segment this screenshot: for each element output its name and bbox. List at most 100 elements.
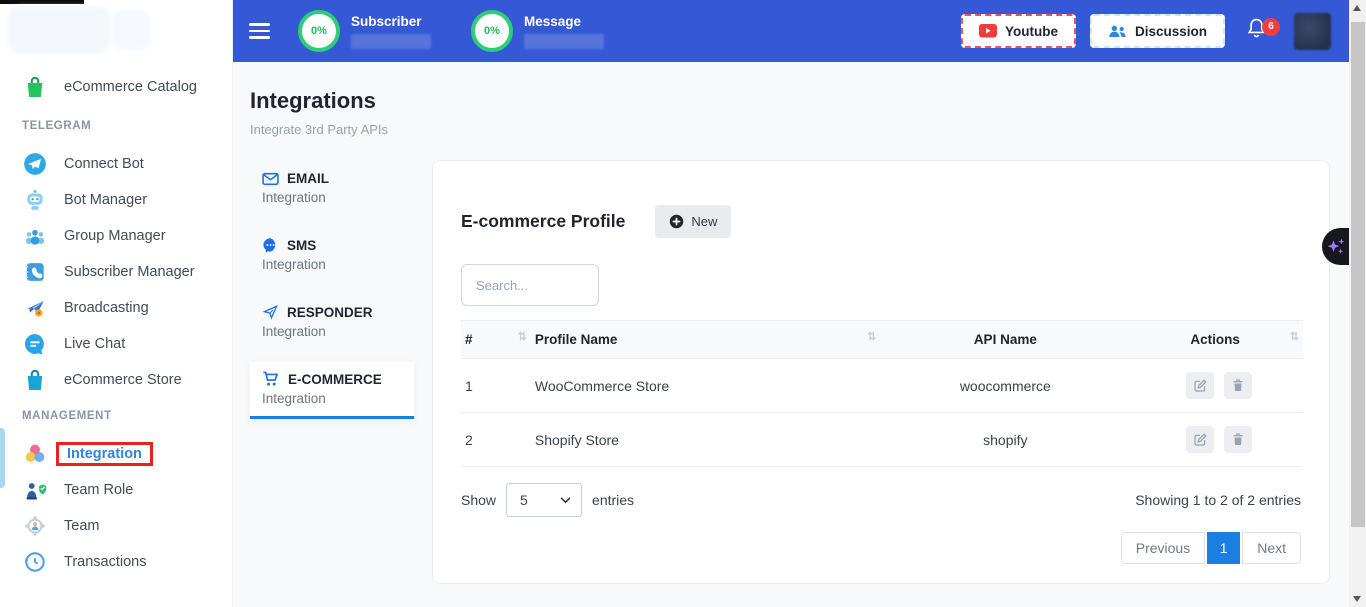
sidebar-item-integration[interactable]: Integration bbox=[0, 436, 232, 472]
sidebar-item-transactions[interactable]: Transactions bbox=[0, 544, 232, 580]
page-title: Integrations bbox=[250, 88, 376, 114]
column-header-actions[interactable]: Actions ⇅ bbox=[1130, 321, 1303, 359]
sidebar-item-ecommerce-store[interactable]: eCommerce Store bbox=[0, 362, 232, 398]
pagination: Previous 1 Next bbox=[461, 532, 1301, 564]
tab-subtitle: Integration bbox=[262, 190, 402, 205]
subscriber-stat-label: Subscriber bbox=[351, 14, 431, 29]
message-stat-label: Message bbox=[524, 14, 604, 29]
edit-pencil-icon bbox=[1193, 378, 1208, 393]
ecommerce-profile-card: E-commerce Profile New # ⇅ bbox=[432, 160, 1330, 584]
sidebar: eCommerce Catalog TELEGRAM Connect Bot B… bbox=[0, 0, 233, 607]
sidebar-item-label: Integration bbox=[67, 446, 142, 462]
sms-icon bbox=[262, 237, 279, 253]
person-shield-icon bbox=[22, 477, 48, 503]
sidebar-item-subscriber-manager[interactable]: Subscriber Manager bbox=[0, 254, 232, 290]
sidebar-item-label: Subscriber Manager bbox=[64, 264, 195, 280]
trash-icon bbox=[1231, 432, 1245, 447]
sidebar-item-team-role[interactable]: Team Role bbox=[0, 472, 232, 508]
active-highlight-box: Integration bbox=[56, 442, 153, 466]
new-profile-button[interactable]: New bbox=[655, 205, 731, 238]
page-subtitle: Integrate 3rd Party APIs bbox=[250, 122, 388, 137]
section-label-management: MANAGEMENT bbox=[22, 410, 232, 422]
sparkles-icon bbox=[1326, 236, 1346, 258]
hamburger-menu-icon[interactable] bbox=[249, 19, 270, 43]
clock-history-icon bbox=[22, 549, 48, 575]
tab-ecommerce-integration[interactable]: E-COMMERCE Integration bbox=[250, 362, 414, 419]
chevron-down-icon bbox=[560, 497, 571, 504]
shopping-bag-green-icon bbox=[22, 74, 48, 100]
scroll-up-arrow-icon[interactable] bbox=[1353, 5, 1361, 11]
row-profile-name: Shopify Store bbox=[531, 413, 880, 467]
column-label: API Name bbox=[974, 332, 1037, 347]
notifications-button[interactable]: 6 bbox=[1245, 16, 1268, 47]
delete-button[interactable] bbox=[1224, 426, 1252, 453]
previous-page-button[interactable]: Previous bbox=[1121, 532, 1205, 564]
sidebar-item-label: eCommerce Store bbox=[64, 372, 182, 388]
column-label: # bbox=[465, 332, 473, 347]
row-api-name: woocommerce bbox=[880, 359, 1130, 413]
edit-button[interactable] bbox=[1186, 372, 1214, 399]
panel-title: E-commerce Profile bbox=[461, 211, 625, 232]
row-num: 1 bbox=[461, 359, 531, 413]
responder-send-icon bbox=[262, 304, 279, 320]
sidebar-item-label: Bot Manager bbox=[64, 192, 147, 208]
column-header-profile-name[interactable]: Profile Name ⇅ bbox=[531, 321, 880, 359]
page-size-select[interactable]: 5 bbox=[506, 483, 582, 517]
table-header-row: # ⇅ Profile Name ⇅ API Name bbox=[461, 321, 1303, 359]
show-label: Show bbox=[461, 492, 496, 508]
chat-bubble-icon bbox=[22, 331, 48, 357]
integration-subnav: EMAIL Integration SMS Integration bbox=[250, 162, 414, 432]
sidebar-item-connect-bot[interactable]: Connect Bot bbox=[0, 146, 232, 182]
youtube-icon bbox=[979, 24, 997, 38]
sort-icon: ⇅ bbox=[518, 332, 527, 343]
edit-button[interactable] bbox=[1186, 426, 1214, 453]
table-row: 2 Shopify Store shopify bbox=[461, 413, 1303, 467]
sidebar-item-bot-manager[interactable]: Bot Manager bbox=[0, 182, 232, 218]
discussion-button[interactable]: Discussion bbox=[1090, 14, 1225, 48]
tab-email-integration[interactable]: EMAIL Integration bbox=[250, 162, 414, 215]
column-header-num[interactable]: # ⇅ bbox=[461, 321, 531, 359]
contact-book-phone-icon bbox=[22, 259, 48, 285]
sidebar-item-label: eCommerce Catalog bbox=[64, 79, 197, 95]
sidebar-item-label: Broadcasting bbox=[64, 300, 149, 316]
robot-icon bbox=[22, 187, 48, 213]
sidebar-item-live-chat[interactable]: Live Chat bbox=[0, 326, 232, 362]
scroll-down-arrow-icon[interactable] bbox=[1353, 596, 1361, 602]
message-percent: 0% bbox=[484, 25, 500, 37]
youtube-button[interactable]: Youtube bbox=[961, 14, 1076, 48]
table-row: 1 WooCommerce Store woocommerce bbox=[461, 359, 1303, 413]
sidebar-item-label: Connect Bot bbox=[64, 156, 144, 172]
next-page-button[interactable]: Next bbox=[1242, 532, 1301, 564]
user-avatar[interactable] bbox=[1294, 13, 1331, 50]
scrollbar-thumb[interactable] bbox=[1351, 22, 1365, 527]
column-header-api-name[interactable]: API Name bbox=[880, 321, 1130, 359]
sidebar-item-team[interactable]: Team bbox=[0, 508, 232, 544]
app-logo-blur bbox=[112, 10, 150, 50]
tab-responder-integration[interactable]: RESPONDER Integration bbox=[250, 295, 414, 349]
discussion-button-label: Discussion bbox=[1135, 24, 1207, 39]
column-label: Actions bbox=[1190, 332, 1240, 347]
subscriber-percent: 0% bbox=[311, 25, 327, 37]
sidebar-item-ecommerce-catalog[interactable]: eCommerce Catalog bbox=[0, 70, 232, 104]
search-input[interactable] bbox=[461, 264, 599, 306]
current-page-button[interactable]: 1 bbox=[1207, 532, 1240, 564]
top-black-bar bbox=[0, 0, 84, 4]
email-icon bbox=[262, 172, 279, 186]
tab-subtitle: Integration bbox=[262, 324, 402, 339]
tab-title: EMAIL bbox=[287, 171, 329, 186]
delete-button[interactable] bbox=[1224, 372, 1252, 399]
sidebar-item-label: Transactions bbox=[64, 554, 146, 570]
discussion-people-icon bbox=[1108, 24, 1127, 39]
message-progress-ring: 0% bbox=[471, 10, 513, 52]
vertical-scrollbar[interactable] bbox=[1349, 0, 1366, 607]
shopping-bag-cyan-icon bbox=[22, 367, 48, 393]
top-header: 0% Subscriber 0% Message Youtube bbox=[233, 0, 1349, 62]
broadcast-megaphone-icon bbox=[22, 295, 48, 321]
sidebar-item-broadcasting[interactable]: Broadcasting bbox=[0, 290, 232, 326]
tab-sms-integration[interactable]: SMS Integration bbox=[250, 228, 414, 282]
sidebar-item-group-manager[interactable]: Group Manager bbox=[0, 218, 232, 254]
entries-label: entries bbox=[592, 492, 634, 508]
sidebar-item-label: Live Chat bbox=[64, 336, 125, 352]
tab-subtitle: Integration bbox=[262, 391, 402, 406]
section-label-telegram: TELEGRAM bbox=[22, 120, 232, 132]
